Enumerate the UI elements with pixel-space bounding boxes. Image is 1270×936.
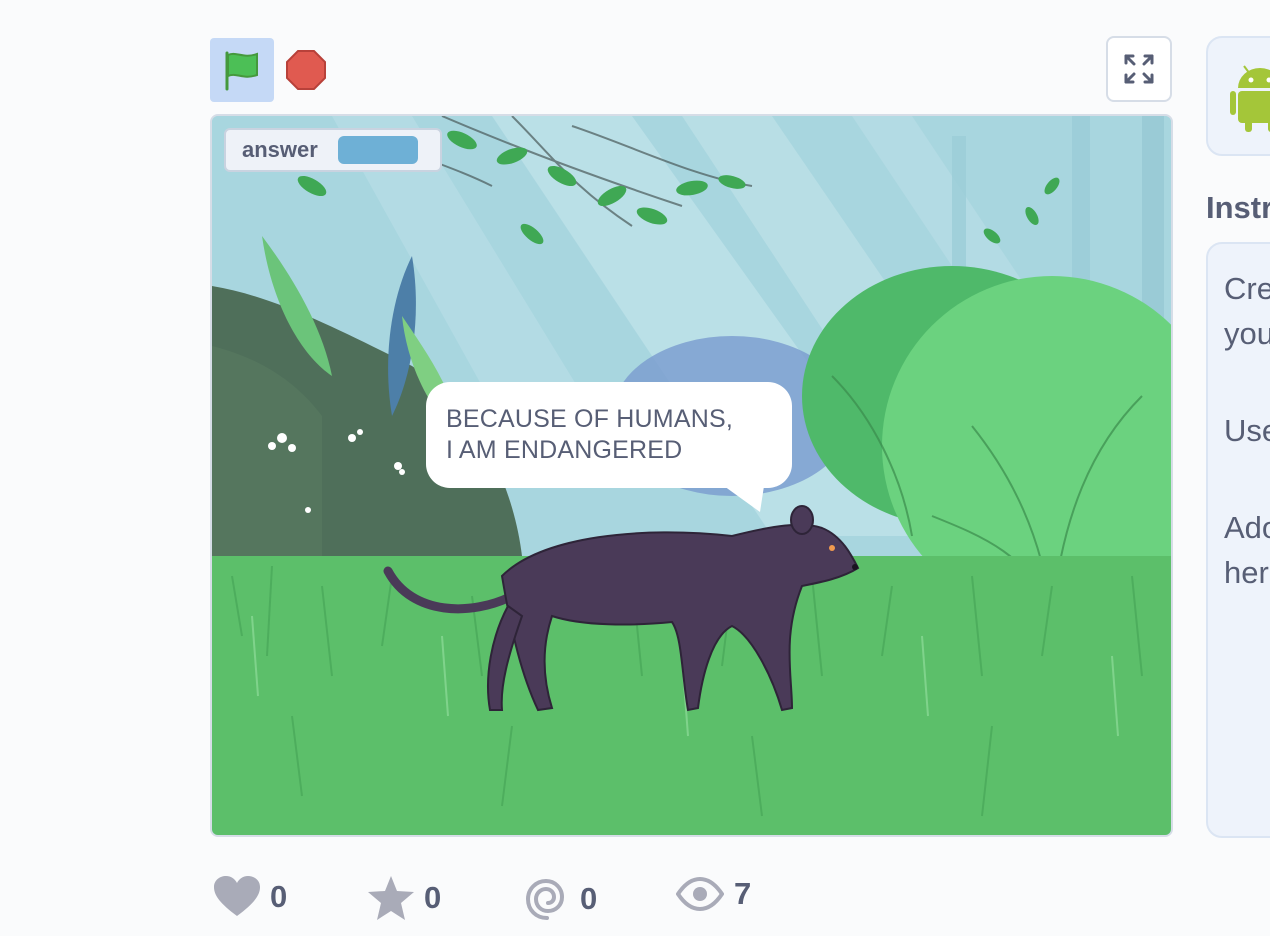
stop-button[interactable]: [284, 48, 328, 92]
project-stage[interactable]: answer BECAUSE OF HUMANS, I AM ENDANGERE…: [210, 114, 1173, 837]
view-count: 7: [734, 876, 751, 912]
speech-bubble: BECAUSE OF HUMANS, I AM ENDANGERED: [426, 382, 792, 488]
love-count: 0: [270, 879, 287, 915]
monitor-value: [338, 136, 418, 164]
speech-line-2: I AM ENDANGERED: [446, 435, 772, 466]
green-flag-icon: [221, 49, 263, 91]
remix-count: 0: [580, 881, 597, 917]
platform-card[interactable]: [1206, 36, 1270, 156]
instructions-box: Cre you Use Ado her: [1206, 242, 1270, 838]
speech-line-1: BECAUSE OF HUMANS,: [446, 404, 772, 435]
android-icon: [1230, 62, 1270, 132]
instructions-line: you: [1224, 311, 1270, 356]
instructions-line: Use: [1224, 408, 1270, 453]
stop-sign-icon: [285, 49, 327, 91]
instructions-line: her: [1224, 550, 1270, 595]
view-stat: 7: [676, 876, 751, 912]
instructions-title: Instr: [1206, 190, 1270, 226]
remix-spiral-icon: [524, 876, 570, 922]
favorite-stat[interactable]: 0: [368, 876, 441, 920]
love-stat[interactable]: 0: [214, 876, 287, 918]
star-icon: [368, 876, 414, 920]
eye-icon: [676, 877, 724, 911]
instructions-line: Cre: [1224, 266, 1270, 311]
remix-stat[interactable]: 0: [524, 876, 597, 922]
instructions-line: Ado: [1224, 505, 1270, 550]
fullscreen-button[interactable]: [1106, 36, 1172, 102]
heart-icon: [214, 876, 260, 918]
green-flag-button[interactable]: [210, 38, 274, 102]
fullscreen-icon: [1124, 54, 1154, 84]
monitor-label: answer: [242, 137, 318, 163]
answer-monitor: answer: [224, 128, 442, 172]
favorite-count: 0: [424, 880, 441, 916]
